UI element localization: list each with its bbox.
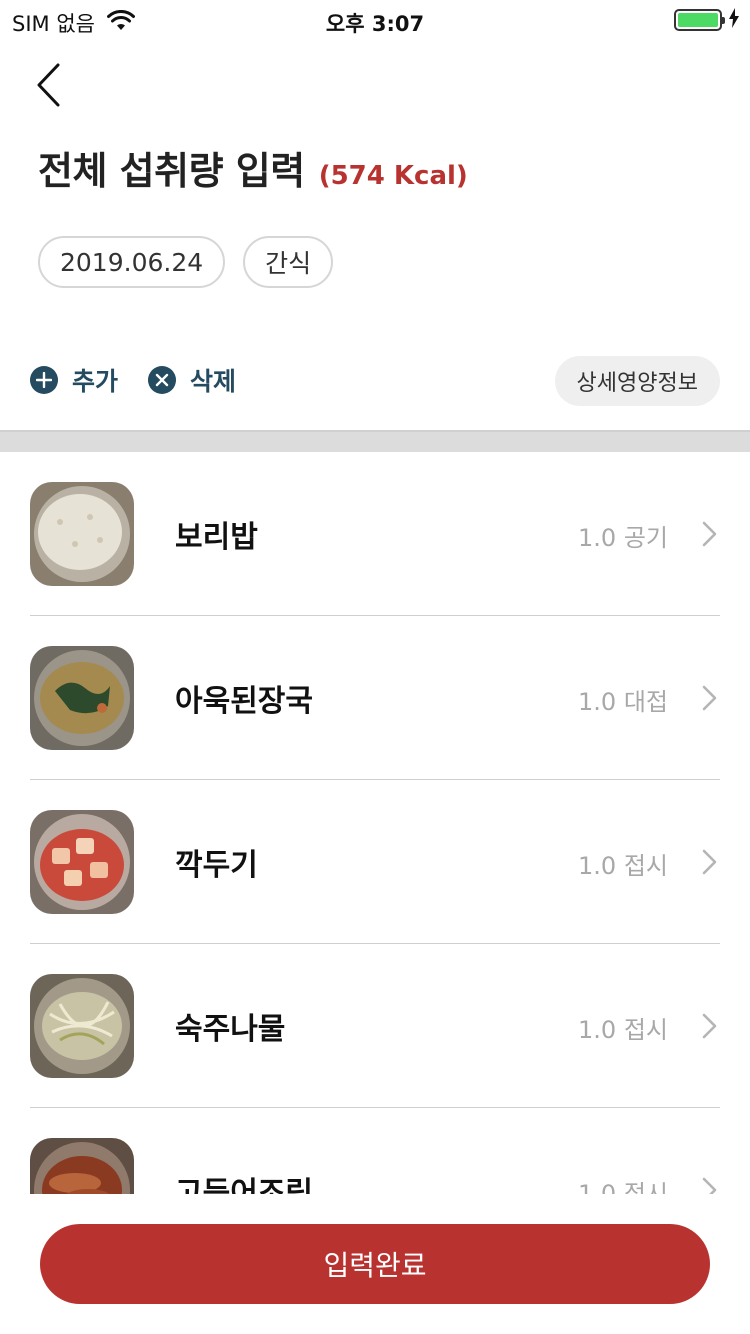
food-photo	[30, 646, 134, 750]
title-row: 전체 섭취량 입력 (574 Kcal)	[38, 140, 468, 195]
food-row[interactable]: 고등어조림 1.0 접시	[30, 1108, 720, 1194]
status-right	[674, 8, 740, 32]
action-bar: 추가 삭제	[30, 362, 236, 398]
battery-icon	[674, 9, 725, 31]
status-time: 오후 3:07	[325, 12, 425, 36]
section-divider	[0, 430, 750, 452]
nutrition-detail-button[interactable]: 상세영양정보	[554, 356, 720, 406]
submit-button[interactable]: 입력완료	[40, 1224, 710, 1304]
food-name: 고등어조림	[175, 1176, 313, 1194]
food-row[interactable]: 보리밥 1.0 공기	[30, 452, 720, 616]
food-photo	[30, 810, 134, 914]
filter-chips: 2019.06.24 간식	[38, 236, 334, 288]
food-photo	[30, 1138, 134, 1194]
charging-icon	[728, 8, 740, 32]
meal-type-chip[interactable]: 간식	[243, 236, 334, 288]
close-circle-icon	[148, 366, 177, 394]
delete-button[interactable]: 삭제	[148, 362, 236, 398]
food-amount: 1.0 접시	[578, 852, 668, 880]
delete-label: 삭제	[190, 367, 237, 396]
total-kcal: (574 Kcal)	[318, 161, 468, 191]
chevron-right-icon	[702, 849, 717, 875]
chevron-right-icon	[702, 1177, 717, 1194]
food-name: 보리밥	[175, 520, 258, 555]
food-list: 보리밥 1.0 공기 아욱된장국 1.0 대접 깍두기 1.0 접시 숙주나물 …	[0, 452, 750, 1194]
page-title: 전체 섭취량 입력	[38, 149, 305, 193]
food-amount: 1.0 공기	[578, 524, 668, 552]
add-button[interactable]: 추가	[30, 362, 118, 398]
food-row[interactable]: 아욱된장국 1.0 대접	[30, 616, 720, 780]
food-photo	[30, 974, 134, 1078]
chevron-right-icon	[702, 1013, 717, 1039]
status-bar: SIM 없음 오후 3:07	[0, 0, 750, 40]
food-name: 아욱된장국	[175, 684, 313, 719]
date-chip[interactable]: 2019.06.24	[38, 236, 226, 288]
food-name: 깍두기	[175, 848, 258, 883]
chevron-right-icon	[702, 685, 717, 711]
chevron-left-icon	[37, 63, 60, 107]
food-amount: 1.0 대접	[578, 688, 668, 716]
food-amount: 1.0 접시	[578, 1016, 668, 1044]
plus-circle-icon	[30, 366, 58, 394]
add-label: 추가	[72, 367, 119, 396]
food-row[interactable]: 숙주나물 1.0 접시	[30, 944, 720, 1108]
back-button[interactable]	[28, 60, 68, 110]
food-amount: 1.0 접시	[578, 1180, 668, 1194]
food-row[interactable]: 깍두기 1.0 접시	[30, 780, 720, 944]
chevron-right-icon	[702, 521, 717, 547]
food-photo	[30, 482, 134, 586]
food-name: 숙주나물	[175, 1012, 286, 1047]
